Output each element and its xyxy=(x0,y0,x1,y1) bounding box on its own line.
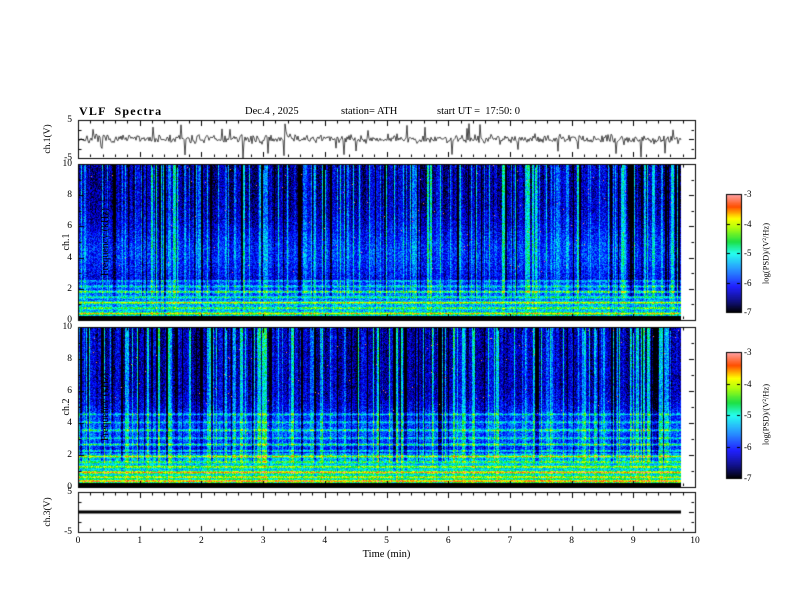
vlf-spectra-figure: VLF Spectra Dec.4 , 2025 station= ATH st… xyxy=(0,0,792,612)
colorbar-tick-label: -3 xyxy=(744,347,752,357)
x-tick-label: 1 xyxy=(137,536,143,546)
time-axis-label: Time (min) xyxy=(362,549,411,560)
figure-title: VLF Spectra xyxy=(79,104,163,118)
colorbar-tick-label: -6 xyxy=(744,441,752,452)
y-tick-label: 8 xyxy=(67,190,72,201)
y-tick-label: 2 xyxy=(67,283,72,294)
y-tick-label: 5 xyxy=(67,115,72,125)
y-tick-label: 2 xyxy=(67,450,72,460)
x-tick-label: 7 xyxy=(507,536,513,546)
start-ut-label: start UT = 17:50: 0 xyxy=(437,106,521,117)
y-tick-label: -5 xyxy=(64,527,72,537)
y-tick-label: 6 xyxy=(67,221,72,232)
date-label: Dec.4 , 2025 xyxy=(245,106,299,117)
x-tick-label: 4 xyxy=(322,536,328,546)
x-tick-label: 6 xyxy=(445,536,451,546)
y-tick-label: -5 xyxy=(64,153,72,163)
colorbar-tick-label: -5 xyxy=(744,410,752,420)
y-tick-label: 5 xyxy=(67,487,72,497)
ch2-frequency-axis-label-line2: Frequency (kHz) xyxy=(100,372,111,442)
station-label: station= ATH xyxy=(341,106,398,117)
y-tick-label: 4 xyxy=(67,418,72,428)
x-tick-label: 5 xyxy=(384,536,389,546)
colorbar-tick-label: -6 xyxy=(744,277,752,288)
x-tick-label: 3 xyxy=(260,536,266,546)
x-tick-label: 2 xyxy=(199,536,204,546)
x-tick-label: 9 xyxy=(630,536,636,546)
x-tick-label: 10 xyxy=(690,536,700,546)
ch1-frequency-axis-label-line2: Frequency (kHz) xyxy=(100,207,111,277)
colorbar-tick-label: -7 xyxy=(744,473,752,483)
colorbar-tick-label: -7 xyxy=(744,307,752,317)
colorbar-tick-label: -4 xyxy=(744,378,752,389)
colorbar-tick-label: -3 xyxy=(744,189,752,199)
y-tick-label: 6 xyxy=(67,386,72,396)
y-tick-label: 10 xyxy=(62,322,73,332)
colorbar-tick-label: -4 xyxy=(744,218,752,229)
x-tick-label: 8 xyxy=(569,536,574,546)
colorbar-tick-label: -5 xyxy=(744,248,752,258)
y-tick-label: 4 xyxy=(67,252,72,263)
y-tick-label: 8 xyxy=(67,354,72,364)
